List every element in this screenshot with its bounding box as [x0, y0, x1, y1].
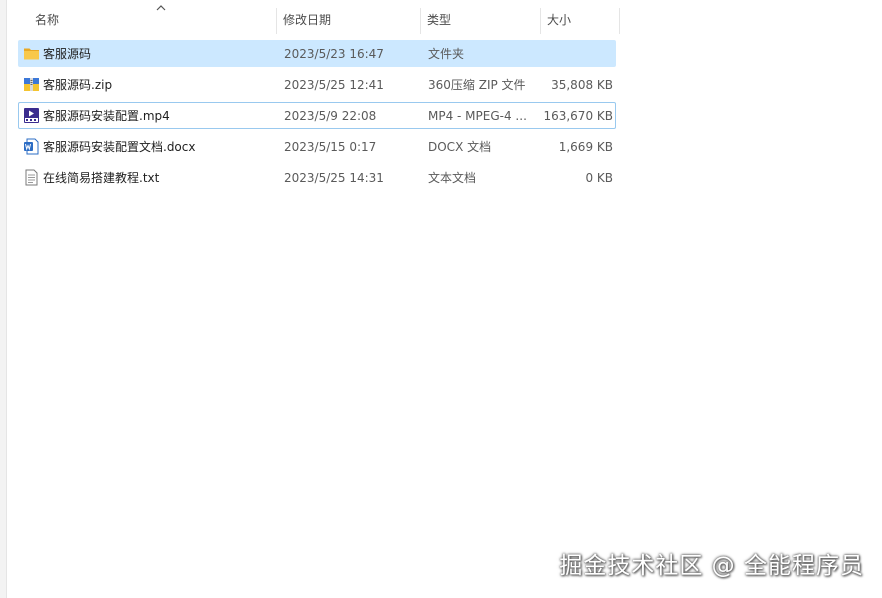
file-modified-date: 2023/5/23 16:47 — [284, 47, 384, 61]
column-header-bar: 名称 修改日期 类型 大小 — [18, 0, 620, 40]
watermark: 掘金技术社区 @ 全能程序员 — [559, 553, 864, 579]
file-row[interactable]: 客服源码安装配置.mp4 2023/5/9 22:08 MP4 - MPEG-4… — [18, 102, 616, 129]
file-name: 在线简易搭建教程.txt — [43, 171, 160, 185]
file-type: 360压缩 ZIP 文件 — [428, 78, 526, 92]
column-header-modified-label: 修改日期 — [283, 13, 332, 27]
file-name: 客服源码.zip — [43, 78, 113, 92]
file-size: 0 KB — [585, 171, 613, 185]
file-name: 客服源码安装配置文档.docx — [43, 140, 196, 154]
file-name: 客服源码 — [43, 47, 92, 61]
file-type: 文本文档 — [428, 171, 477, 185]
file-row[interactable]: 客服源码.zip 2023/5/25 12:41 360压缩 ZIP 文件 35… — [18, 71, 616, 98]
column-header-name[interactable]: 名称 — [25, 0, 275, 40]
column-divider[interactable] — [619, 8, 620, 34]
file-row[interactable]: 在线简易搭建教程.txt 2023/5/25 14:31 文本文档 0 KB — [18, 164, 616, 191]
file-name: 客服源码安装配置.mp4 — [43, 109, 170, 123]
file-modified-date: 2023/5/25 12:41 — [284, 78, 384, 92]
folder-icon — [24, 48, 39, 60]
sort-ascending-icon — [156, 5, 166, 11]
navigation-pane-edge — [0, 0, 7, 598]
file-type: DOCX 文档 — [428, 140, 492, 154]
column-header-size-label: 大小 — [547, 13, 572, 27]
column-header-size[interactable]: 大小 — [537, 0, 617, 40]
file-modified-date: 2023/5/25 14:31 — [284, 171, 384, 185]
file-modified-date: 2023/5/15 0:17 — [284, 140, 377, 154]
file-size: 163,670 KB — [543, 109, 613, 123]
zip-archive-icon — [24, 78, 39, 91]
file-row[interactable]: 客服源码 2023/5/23 16:47 文件夹 — [18, 40, 616, 67]
text-file-icon — [25, 169, 38, 186]
file-type: MP4 - MPEG-4 ... — [428, 109, 527, 123]
column-header-name-label: 名称 — [35, 13, 60, 27]
file-size: 35,808 KB — [551, 78, 613, 92]
file-modified-date: 2023/5/9 22:08 — [284, 109, 377, 123]
file-size — [541, 41, 613, 68]
column-header-type-label: 类型 — [427, 13, 452, 27]
column-header-type[interactable]: 类型 — [417, 0, 537, 40]
video-file-icon — [24, 108, 39, 123]
file-size: 1,669 KB — [558, 140, 613, 154]
column-header-modified[interactable]: 修改日期 — [273, 0, 418, 40]
file-type: 文件夹 — [428, 47, 465, 61]
word-document-icon — [24, 138, 39, 155]
file-row[interactable]: 客服源码安装配置文档.docx 2023/5/15 0:17 DOCX 文档 1… — [18, 133, 616, 160]
